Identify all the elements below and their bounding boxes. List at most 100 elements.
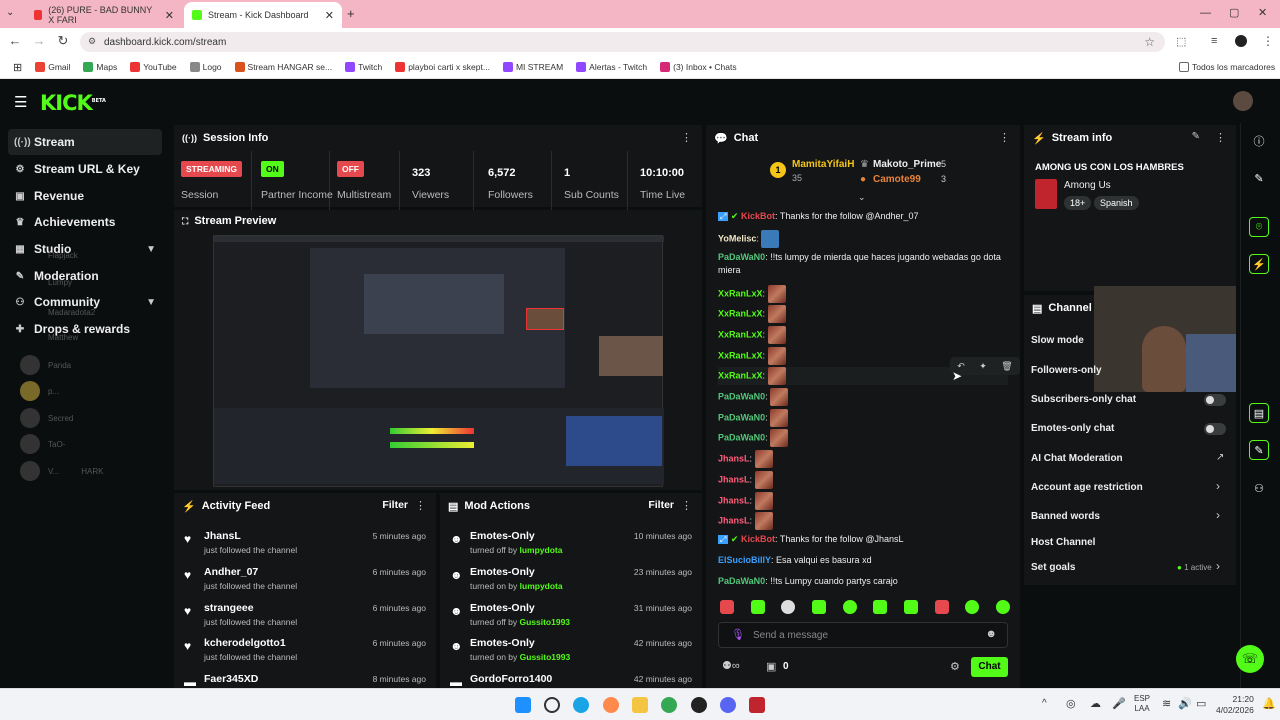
bookmark-gmail[interactable]: Gmail xyxy=(30,62,75,72)
sidebar-item-drops[interactable]: ✚ Drops & rewards xyxy=(8,316,162,342)
settings-gear-icon[interactable]: ⚙ xyxy=(950,660,960,673)
setting-host-channel[interactable]: Host Channel xyxy=(1031,537,1095,548)
filter-button[interactable]: Filter xyxy=(648,499,674,511)
emote-icon[interactable] xyxy=(995,600,1010,614)
sidebar-item-stream[interactable]: ((·)) Stream xyxy=(8,129,162,155)
search-icon[interactable] xyxy=(544,697,560,713)
emote-icon[interactable] xyxy=(811,600,826,614)
wrench-widget-icon[interactable]: ✎ xyxy=(1249,440,1269,460)
extensions-icon[interactable]: ⬚ xyxy=(1176,35,1186,48)
bookmark-hangar[interactable]: Stream HANGAR se... xyxy=(230,62,338,72)
sidebar-item-revenue[interactable]: ▣ Revenue xyxy=(8,183,162,209)
emotes-only-toggle[interactable] xyxy=(1204,423,1226,435)
chevron-right-icon[interactable]: › xyxy=(1216,508,1220,522)
chat-input-field[interactable]: 🎙 Send a message ☻ xyxy=(718,622,1008,648)
tab-search-icon[interactable]: ⌄ xyxy=(6,7,14,18)
emote-icon[interactable] xyxy=(873,600,888,614)
collapse-icon[interactable]: ⌄ xyxy=(858,192,866,203)
bookmark-youtube[interactable]: YouTube xyxy=(125,62,181,72)
category-name[interactable]: Among Us xyxy=(1064,180,1111,191)
external-link-icon[interactable]: ↗ xyxy=(1216,452,1224,463)
chevron-right-icon[interactable]: › xyxy=(1216,479,1220,493)
bolt-widget-icon[interactable]: ⚡ xyxy=(1249,254,1269,274)
battery-icon[interactable]: ▭ xyxy=(1196,697,1206,710)
new-tab-button[interactable]: + xyxy=(347,6,355,21)
minimize-button[interactable]: — xyxy=(1200,7,1211,19)
bookmark-twitch[interactable]: Twitch xyxy=(340,62,387,72)
bookmark-logo[interactable]: Logo xyxy=(185,62,227,72)
reload-icon[interactable]: ↻ xyxy=(52,33,74,49)
emote-icon[interactable] xyxy=(934,600,949,614)
url-field[interactable]: ⚙ dashboard.kick.com/stream ☆ xyxy=(80,32,1165,52)
leader-name[interactable]: Camote99 xyxy=(873,174,921,185)
setting-banned-words[interactable]: Banned words xyxy=(1031,511,1100,522)
community-widget-icon[interactable]: ⚇ xyxy=(1249,478,1269,498)
setting-set-goals[interactable]: Set goals xyxy=(1031,562,1075,573)
sidebar-item-moderation[interactable]: ✎ Moderation xyxy=(8,263,162,289)
among-us-icon[interactable] xyxy=(749,697,765,713)
site-info-icon[interactable]: ⚙ xyxy=(88,36,96,47)
emote-icon[interactable] xyxy=(720,600,734,614)
more-options-icon[interactable]: ⋮ xyxy=(1215,131,1226,144)
send-chat-button[interactable]: Chat xyxy=(971,657,1008,677)
emoji-icon[interactable]: ☻ xyxy=(985,628,997,640)
media-icon[interactable]: ≡ xyxy=(1211,35,1217,47)
profile-avatar[interactable] xyxy=(1235,35,1247,47)
volume-icon[interactable]: 🔊 xyxy=(1178,697,1192,710)
network-icon[interactable]: ☁ xyxy=(1090,697,1101,710)
more-options-icon[interactable]: ⋮ xyxy=(415,499,426,512)
emote-icon[interactable] xyxy=(842,600,857,614)
bookmark-inbox[interactable]: (3) Inbox • Chats xyxy=(655,62,741,72)
copilot-icon[interactable] xyxy=(603,697,619,713)
tab-kick[interactable]: Stream - Kick Dashboard ✕ xyxy=(184,2,342,28)
tab-youtube[interactable]: (26) PURE - BAD BUNNY X FARI ✕ xyxy=(26,2,182,28)
stream-preview-video[interactable] xyxy=(213,235,664,487)
user-avatar[interactable] xyxy=(1233,91,1253,111)
layout-widget-icon[interactable]: ▤ xyxy=(1249,403,1269,423)
filter-button[interactable]: Filter xyxy=(382,499,408,511)
bookmark-mi-stream[interactable]: MI STREAM xyxy=(498,62,568,72)
bookmark-alertas[interactable]: Alertas - Twitch xyxy=(571,62,652,72)
kick-logo[interactable]: KICKBETA xyxy=(40,91,106,115)
language-indicator[interactable]: ESP LAA xyxy=(1134,694,1150,714)
back-icon[interactable]: ← xyxy=(4,33,26,48)
setting-slow-mode[interactable]: Slow mode xyxy=(1031,335,1084,346)
bookmark-maps[interactable]: Maps xyxy=(78,62,122,72)
points-icon[interactable]: ⚉∞ xyxy=(722,659,740,672)
leader-name[interactable]: MamitaYifaiH xyxy=(792,159,854,170)
setting-ai-moderation[interactable]: AI Chat Moderation xyxy=(1031,453,1123,464)
bookmark-star-icon[interactable]: ☆ xyxy=(1144,35,1155,49)
apps-icon[interactable]: ⊞ xyxy=(8,61,27,74)
category-thumbnail[interactable] xyxy=(1035,179,1057,209)
more-options-icon[interactable]: ⋮ xyxy=(999,131,1010,144)
chrome-icon[interactable] xyxy=(661,697,677,713)
forward-icon[interactable]: → xyxy=(28,33,50,48)
close-icon[interactable]: ✕ xyxy=(325,9,334,22)
close-window-button[interactable]: ✕ xyxy=(1258,6,1267,19)
emote-icon[interactable] xyxy=(965,600,980,614)
notifications-icon[interactable]: 🔔 xyxy=(1262,697,1276,710)
pin-icon[interactable]: ✦ xyxy=(979,361,987,372)
info-icon[interactable]: ⓘ xyxy=(1249,131,1269,151)
subscribers-only-toggle[interactable] xyxy=(1204,394,1226,406)
tray-app-icon[interactable]: ◎ xyxy=(1066,697,1076,710)
sidebar-item-stream-key[interactable]: ⚙ Stream URL & Key xyxy=(8,156,162,182)
emote-icon[interactable] xyxy=(781,600,796,614)
pencil-icon[interactable]: ✎ xyxy=(1249,168,1269,188)
close-icon[interactable]: ✕ xyxy=(165,9,174,22)
maximize-button[interactable]: ▢ xyxy=(1229,6,1239,19)
windows-start-icon[interactable] xyxy=(515,697,531,713)
edge-icon[interactable] xyxy=(573,697,589,713)
more-options-icon[interactable]: ⋮ xyxy=(681,131,692,144)
support-button[interactable]: ☏ xyxy=(1236,645,1264,673)
clock[interactable]: 21:20 4/02/2026 xyxy=(1216,694,1254,716)
sidebar-item-studio[interactable]: ▦ Studio ▼ xyxy=(8,236,162,262)
leader-name[interactable]: Makoto_Prime xyxy=(873,159,941,170)
tray-chevron-icon[interactable]: ^ xyxy=(1042,698,1047,709)
menu-icon[interactable]: ⋮ xyxy=(1262,34,1274,48)
discord-icon[interactable] xyxy=(720,697,736,713)
file-explorer-icon[interactable] xyxy=(632,697,648,713)
chevron-right-icon[interactable]: › xyxy=(1216,559,1220,573)
setting-subscribers-only[interactable]: Subscribers-only chat xyxy=(1031,394,1136,405)
emote-icon[interactable] xyxy=(903,600,918,614)
